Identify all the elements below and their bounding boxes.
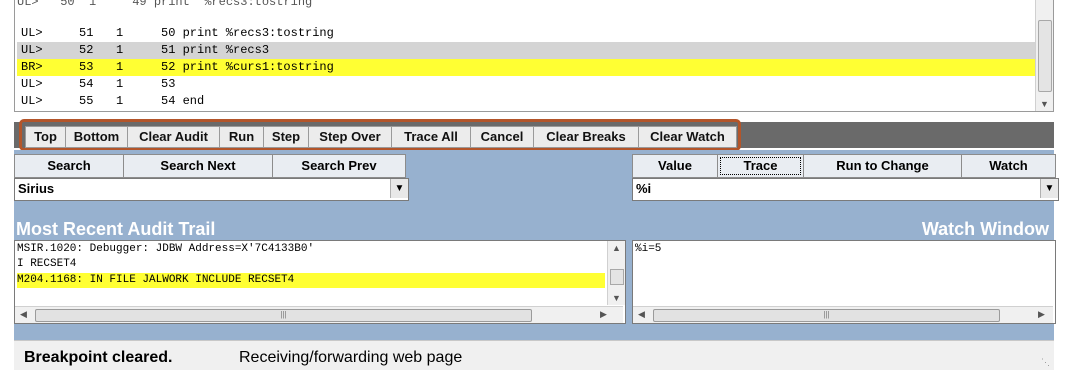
line-level: 1	[116, 26, 124, 40]
line-level: 1	[116, 77, 124, 91]
line-tag: UL>	[21, 94, 43, 108]
line-number: 52	[79, 43, 94, 57]
toolbar-highlight-outline	[19, 119, 741, 151]
dropdown-arrow-icon[interactable]: ▼	[390, 179, 408, 198]
dropdown-arrow-icon[interactable]: ▼	[1040, 179, 1058, 198]
status-message-bold: Breakpoint cleared.	[24, 349, 173, 366]
resize-grip-icon[interactable]: ⋱	[1041, 357, 1050, 368]
scroll-thumb[interactable]	[610, 269, 624, 285]
line-text: 50 print %recs3:tostring	[161, 26, 334, 40]
code-row-breakpoint[interactable]: BR> 53 1 52 print %curs1:tostring	[17, 59, 1035, 76]
scroll-thumb[interactable]: |||	[35, 309, 532, 322]
search-button[interactable]: Search	[14, 154, 124, 178]
scroll-right-icon[interactable]: ▶	[595, 309, 612, 320]
watch-combo[interactable]: %i ▼	[632, 178, 1059, 201]
search-next-button[interactable]: Search Next	[123, 154, 273, 178]
list-item: MSIR.1020: Debugger: JDBW Address=X'7C41…	[17, 243, 315, 255]
line-tag: UL>	[21, 26, 43, 40]
line-tag: UL>	[21, 77, 43, 91]
line-level: 1	[116, 43, 124, 57]
line-tag: UL>	[21, 43, 43, 57]
code-row-partial: UL> 50 1 49 print '%recs3:tostring'	[17, 0, 320, 9]
line-text: 52 print %curs1:tostring	[161, 60, 334, 74]
watch-horizontal-scrollbar[interactable]: ◀ ||| ▶	[633, 306, 1053, 323]
line-number: 55	[79, 94, 94, 108]
line-number: 54	[79, 77, 94, 91]
list-item: I RECSET4	[17, 258, 77, 270]
watch-button[interactable]: Watch	[961, 154, 1056, 178]
scroll-down-icon[interactable]: ▼	[1036, 99, 1053, 109]
code-row[interactable]: UL> 54 1 53	[17, 76, 1035, 93]
watch-combo-value: %i	[636, 181, 652, 196]
trace-button[interactable]: Trace	[717, 154, 804, 178]
scroll-right-icon[interactable]: ▶	[1033, 309, 1050, 320]
scroll-left-icon[interactable]: ◀	[15, 309, 32, 320]
line-number: 51	[79, 26, 94, 40]
code-row[interactable]: UL> 51 1 50 print %recs3:tostring	[17, 25, 1035, 42]
scroll-thumb[interactable]	[1038, 20, 1052, 92]
code-listing[interactable]: UL> 50 1 49 print '%recs3:tostring' UL> …	[14, 0, 1054, 112]
audit-trail-list[interactable]: MSIR.1020: Debugger: JDBW Address=X'7C41…	[14, 240, 626, 324]
audit-vertical-scrollbar[interactable]: ▲ ▼	[607, 241, 625, 305]
scroll-up-icon[interactable]: ▲	[608, 243, 625, 253]
code-row[interactable]: UL> 52 1 51 print %recs3	[17, 42, 1035, 59]
line-text: 53	[161, 77, 176, 91]
line-text: 54 end	[161, 94, 205, 108]
status-bar: Breakpoint cleared. Receiving/forwarding…	[14, 340, 1054, 370]
scroll-thumb[interactable]: |||	[653, 309, 1000, 322]
list-item: %i=5	[635, 243, 662, 255]
line-level: 1	[116, 94, 124, 108]
scroll-down-icon[interactable]: ▼	[608, 293, 625, 303]
scroll-left-icon[interactable]: ◀	[633, 309, 650, 320]
search-combo-value: Sirius	[18, 181, 55, 196]
line-tag: BR>	[21, 60, 43, 74]
watch-window-list[interactable]: %i=5 ◀ ||| ▶	[632, 240, 1056, 324]
line-level: 1	[116, 60, 124, 74]
search-combo[interactable]: Sirius ▼	[14, 178, 409, 201]
code-vertical-scrollbar[interactable]: ▼	[1035, 0, 1053, 111]
audit-horizontal-scrollbar[interactable]: ◀ ||| ▶	[15, 306, 623, 323]
watch-window-title: Watch Window	[921, 219, 1049, 239]
line-number: 53	[79, 60, 94, 74]
run-to-change-button[interactable]: Run to Change	[803, 154, 962, 178]
search-prev-button[interactable]: Search Prev	[272, 154, 406, 178]
list-item-highlighted: M204.1168: IN FILE JALWORK INCLUDE RECSE…	[17, 273, 605, 288]
code-row[interactable]: UL> 55 1 54 end	[17, 93, 1035, 110]
value-button[interactable]: Value	[632, 154, 718, 178]
line-text: 51 print %recs3	[161, 43, 270, 57]
status-message: Receiving/forwarding web page	[239, 349, 463, 366]
audit-trail-title: Most Recent Audit Trail	[16, 219, 216, 239]
